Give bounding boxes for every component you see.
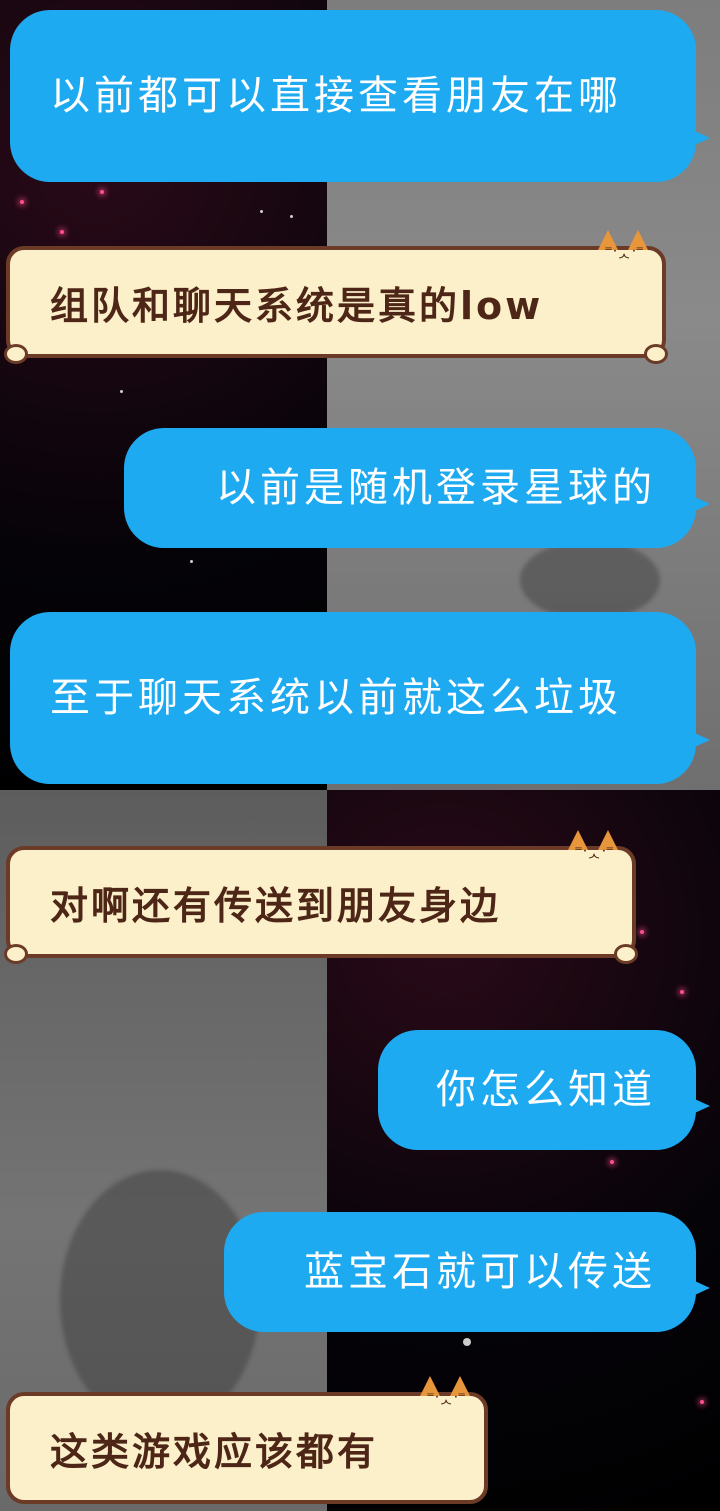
firework-spark <box>100 190 104 194</box>
message-text: 组队和聊天系统是真的low <box>50 283 544 328</box>
firework-spark <box>20 200 24 204</box>
cat-paw-icon <box>644 344 668 364</box>
cat-face-icon: ⁼ᐧᆺᐧ⁼ <box>574 842 614 861</box>
cat-face-icon: ⁼ᐧᆺᐧ⁼ <box>426 1388 466 1407</box>
bubble-tail <box>688 1096 710 1116</box>
firework-spark <box>700 1400 704 1404</box>
firework-spark <box>610 1160 614 1164</box>
chat-screenshot: { "colors": { "outgoing_bubble": "#1eaaf… <box>0 0 720 1511</box>
chat-bubble-incoming[interactable]: ⁼ᐧᆺᐧ⁼ 这类游戏应该都有 <box>6 1376 488 1504</box>
message-text: 你怎么知道 <box>436 1067 656 1113</box>
bubble-tail <box>688 730 710 750</box>
firework-spark <box>190 560 193 563</box>
message-text: 这类游戏应该都有 <box>50 1429 379 1474</box>
chat-bubble-outgoing[interactable]: 你怎么知道 <box>378 1030 710 1150</box>
chat-bubble-outgoing[interactable]: 蓝宝石就可以传送 <box>224 1212 710 1332</box>
bubble-tail <box>688 494 710 514</box>
cat-paw-icon <box>614 944 638 964</box>
chat-bubble-outgoing[interactable]: 至于聊天系统以前就这么垃圾 <box>10 612 710 784</box>
cat-paw-icon <box>4 944 28 964</box>
cat-face-icon: ⁼ᐧᆺᐧ⁼ <box>604 242 644 261</box>
chat-bubble-outgoing[interactable]: 以前是随机登录星球的 <box>124 428 710 548</box>
firework-spark <box>60 230 64 234</box>
firework-spark <box>640 930 644 934</box>
message-text: 对啊还有传送到朋友身边 <box>50 883 502 928</box>
chat-bubble-outgoing[interactable]: 以前都可以直接查看朋友在哪 <box>10 10 710 182</box>
firework-spark <box>290 215 293 218</box>
firework-spark <box>680 990 684 994</box>
message-text: 以前都可以直接查看朋友在哪 <box>50 73 622 119</box>
chat-bubble-incoming[interactable]: ⁼ᐧᆺᐧ⁼ 组队和聊天系统是真的low <box>4 230 668 364</box>
firework-spark <box>260 210 263 213</box>
shadow-silhouette <box>520 540 660 620</box>
firework-spark <box>120 390 123 393</box>
message-text: 至于聊天系统以前就这么垃圾 <box>50 675 622 721</box>
chat-bubble-incoming[interactable]: ⁼ᐧᆺᐧ⁼ 对啊还有传送到朋友身边 <box>4 830 638 964</box>
message-text: 蓝宝石就可以传送 <box>304 1249 656 1295</box>
bubble-tail <box>688 128 710 148</box>
message-text: 以前是随机登录星球的 <box>216 465 656 511</box>
cat-paw-icon <box>4 344 28 364</box>
firework-spark <box>463 1338 471 1346</box>
bubble-tail <box>688 1278 710 1298</box>
